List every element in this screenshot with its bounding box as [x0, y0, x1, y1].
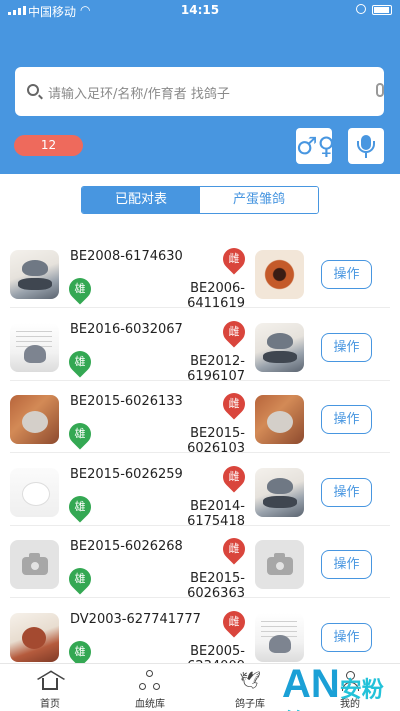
nav-item-home[interactable]: 首页 [0, 664, 100, 711]
camera-icon-part [29, 560, 41, 572]
tree-node [153, 683, 160, 690]
rotation-lock-icon [356, 4, 366, 14]
female-badge: 雌 [218, 605, 250, 638]
female-label: 雌 [228, 614, 240, 628]
action-button[interactable]: 操作 [321, 260, 372, 289]
nav-label: 血统库 [135, 699, 165, 710]
pigeon-photo[interactable] [255, 467, 304, 517]
action-button[interactable]: 操作 [321, 405, 372, 434]
status-bar: 中国移动 ◠ 14:15 [0, 0, 400, 22]
male-label: 雄 [74, 427, 86, 440]
tab-paired[interactable]: 已配对表 [82, 187, 200, 213]
tree-node [146, 670, 153, 677]
female-badge: 雌 [218, 460, 250, 493]
female-badge: 雌 [218, 388, 250, 420]
pair-row[interactable]: DV2003-627741777雌雄BE2005-6234009操作 [0, 599, 400, 674]
camera-icon-part [274, 560, 286, 572]
female-label: 雌 [228, 469, 240, 483]
female-ring-number: BE2008-6174630 [70, 249, 183, 264]
pigeon-photo[interactable] [255, 612, 304, 662]
pigeon-photo[interactable] [10, 467, 59, 517]
female-ring-number: BE2015-6026133 [70, 394, 183, 409]
pair-row[interactable]: BE2015-6026133 雌雄 BE2015-6026103 操作 [0, 381, 400, 456]
header-panel: 中国移动 ◠ 14:15 请输入足环/名称/作育者 找鸽子 12 ♂♀ [0, 0, 400, 174]
male-label: 雄 [74, 644, 86, 658]
male-badge: 雄 [64, 418, 96, 450]
search-icon [27, 84, 39, 96]
pair-row[interactable]: BE2015-6026268 雌雄 BE2015-6026363 操作 [0, 526, 400, 601]
male-badge: 雄 [64, 345, 96, 378]
pigeon-icon: 🕊 [239, 671, 261, 691]
female-label: 雌 [228, 397, 240, 410]
voice-search-button[interactable] [348, 128, 384, 164]
female-label: 雌 [228, 252, 240, 265]
search-bar[interactable]: 请输入足环/名称/作育者 找鸽子 [15, 67, 384, 116]
microphone-icon[interactable] [376, 83, 384, 97]
male-label: 雄 [74, 282, 86, 295]
tree-node [139, 683, 146, 690]
female-label: 雌 [228, 542, 240, 555]
pigeon-photo[interactable] [10, 322, 59, 372]
microphone-stand [357, 141, 375, 153]
pigeon-photo[interactable] [255, 322, 304, 372]
female-ring-number: BE2015-6026268 [70, 539, 183, 554]
male-badge: 雄 [64, 490, 96, 523]
battery-icon [372, 5, 392, 15]
search-input[interactable]: 请输入足环/名称/作育者 找鸽子 [48, 83, 230, 102]
female-ring-number: BE2015-6026259 [70, 466, 183, 482]
female-ring-number: DV2003-627741777 [70, 611, 201, 627]
nav-label: 首页 [40, 699, 60, 710]
pair-count-badge: 12 [14, 135, 83, 156]
female-label: 雌 [228, 324, 240, 338]
camera-placeholder-icon[interactable] [10, 540, 59, 589]
pigeon-photo[interactable] [10, 250, 59, 299]
action-button[interactable]: 操作 [321, 477, 372, 507]
female-badge: 雌 [218, 315, 250, 348]
watermark-logo: AN安粉丝 [282, 664, 400, 711]
action-button[interactable]: 操作 [321, 622, 372, 652]
gender-filter-button[interactable]: ♂♀ [296, 128, 336, 164]
male-badge: 雄 [64, 563, 96, 595]
pair-row[interactable]: BE2008-6174630 雌雄 BE2006-6411619 操作 [0, 236, 400, 311]
pigeon-photo[interactable] [10, 612, 59, 662]
female-ring-number: BE2016-6032067 [70, 321, 183, 337]
pedigree-icon [139, 670, 161, 692]
action-button[interactable]: 操作 [321, 550, 372, 579]
tab-bar: 已配对表 产蛋雏鸽 [81, 186, 319, 214]
female-badge: 雌 [218, 533, 250, 565]
male-label: 雄 [74, 572, 86, 585]
home-icon [42, 678, 58, 690]
tab-eggs-chicks[interactable]: 产蛋雏鸽 [200, 187, 318, 213]
pair-row[interactable]: BE2016-6032067 雌雄 BE2012-6196107 操作 [0, 309, 400, 384]
male-badge: 雄 [64, 273, 96, 305]
clock: 14:15 [180, 3, 220, 17]
pigeon-photo[interactable] [255, 250, 304, 299]
pigeon-photo[interactable] [10, 395, 59, 444]
pair-row[interactable]: BE2015-6026259 雌雄 BE2014-6175418 操作 [0, 454, 400, 529]
male-label: 雄 [74, 499, 86, 513]
male-label: 雄 [74, 354, 86, 368]
female-badge: 雌 [218, 243, 250, 275]
camera-placeholder-icon[interactable] [255, 540, 304, 589]
action-button[interactable]: 操作 [321, 332, 372, 362]
nav-item-pedigree[interactable]: 血统库 [100, 664, 200, 711]
gender-icon: ♂♀ [296, 132, 336, 160]
pigeon-photo[interactable] [255, 395, 304, 444]
microphone-base [365, 153, 367, 158]
